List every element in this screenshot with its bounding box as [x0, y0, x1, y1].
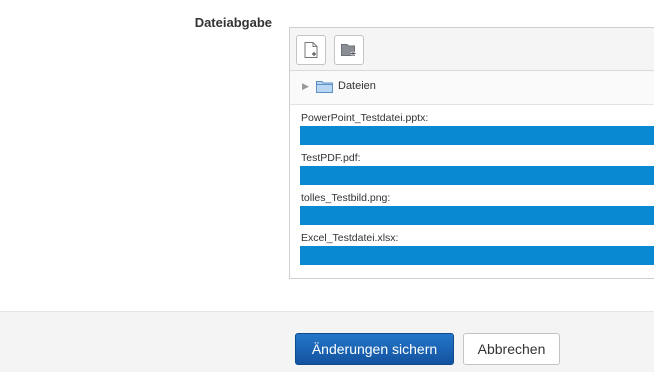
create-folder-icon	[341, 44, 356, 56]
file-name: PowerPoint_Testdatei.pptx:	[301, 112, 429, 124]
add-file-button[interactable]	[296, 35, 326, 65]
form-footer: Änderungen sichern Abbrechen	[0, 311, 654, 372]
file-name: tolles_Testbild.png:	[301, 192, 391, 204]
file-name: Excel_Testdatei.xlsx:	[301, 232, 399, 244]
file-manager: ▶ Dateien PowerPoint_Testdatei.pptx: Tes…	[289, 27, 654, 279]
file-item: TestPDF.pdf:	[290, 145, 654, 185]
save-changes-button[interactable]: Änderungen sichern	[295, 333, 454, 365]
file-item: tolles_Testbild.png:	[290, 185, 654, 225]
folder-label[interactable]: Dateien	[338, 80, 376, 92]
folder-icon	[316, 80, 333, 98]
expand-arrow-icon[interactable]: ▶	[302, 81, 309, 92]
file-item: Excel_Testdatei.xlsx:	[290, 225, 654, 265]
file-list: PowerPoint_Testdatei.pptx: TestPDF.pdf: …	[290, 105, 654, 265]
file-manager-path: ▶ Dateien	[290, 71, 654, 105]
upload-progress-bar	[300, 246, 654, 265]
page: Dateiabgabe ▶ Dateien PowerPoint_Testdat…	[0, 0, 654, 372]
field-label: Dateiabgabe	[194, 15, 272, 30]
file-manager-toolbar	[290, 28, 654, 71]
file-item: PowerPoint_Testdatei.pptx:	[290, 105, 654, 145]
upload-progress-bar	[300, 166, 654, 185]
cancel-button[interactable]: Abbrechen	[463, 333, 560, 365]
upload-progress-bar	[300, 206, 654, 225]
create-folder-button[interactable]	[334, 35, 364, 65]
add-file-icon	[304, 42, 318, 58]
upload-progress-bar	[300, 126, 654, 145]
file-name: TestPDF.pdf:	[301, 152, 361, 164]
